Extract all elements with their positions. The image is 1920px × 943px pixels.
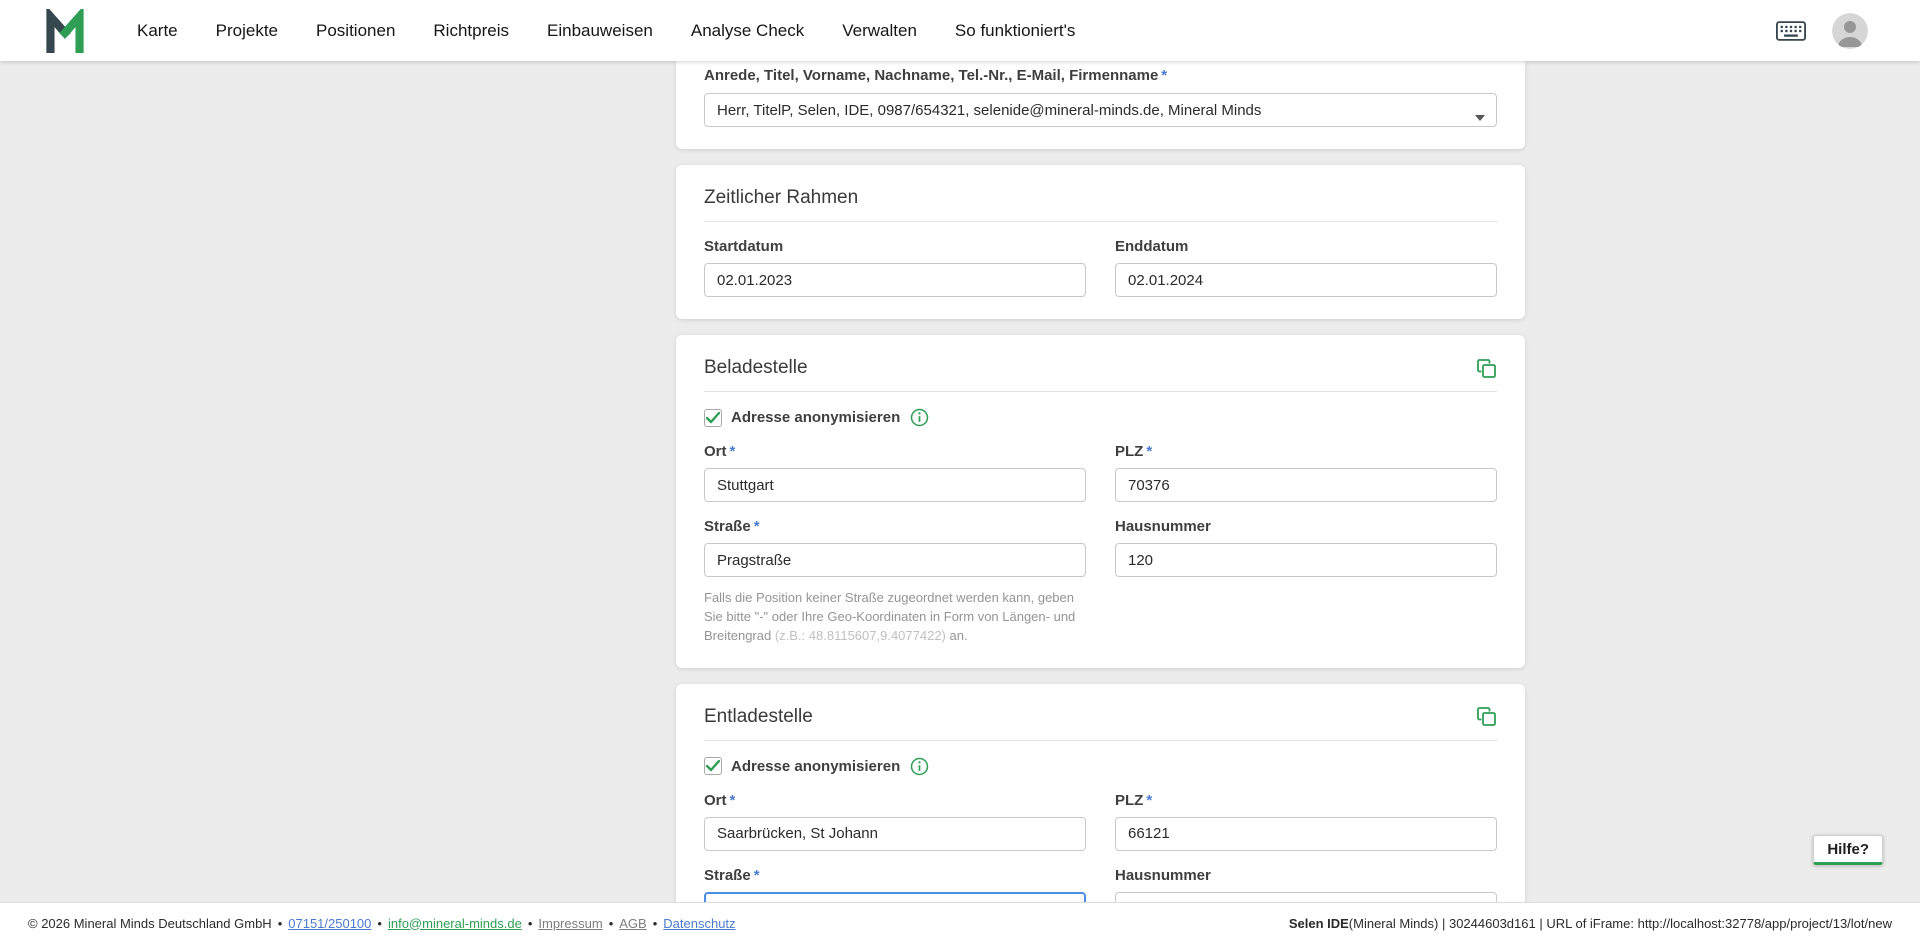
required-asterisk: * <box>1146 443 1152 460</box>
session-details: (Mineral Minds) | 30244603d161 | URL of … <box>1349 916 1892 931</box>
strasse-label: Straße* <box>704 867 1086 885</box>
footer-datenschutz-link[interactable]: Datenschutz <box>663 916 735 931</box>
nav-item-analyse-check[interactable]: Analyse Check <box>691 21 804 41</box>
ort-input[interactable] <box>704 817 1086 851</box>
nav-item-so-funktionierts[interactable]: So funktioniert's <box>955 21 1075 41</box>
session-user: Selen IDE <box>1289 916 1349 931</box>
required-asterisk: * <box>730 792 736 809</box>
ort-label: Ort* <box>704 443 1086 461</box>
chevron-down-icon <box>1475 108 1485 126</box>
plz-input[interactable] <box>1115 468 1497 502</box>
main-navigation: Karte Projekte Positionen Richtpreis Ein… <box>137 21 1075 41</box>
strasse-input[interactable] <box>704 543 1086 577</box>
navbar-right <box>1776 13 1868 49</box>
plz-label: PLZ* <box>1115 443 1497 461</box>
contact-label: Anrede, Titel, Vorname, Nachname, Tel.-N… <box>704 67 1497 85</box>
plz-input[interactable] <box>1115 817 1497 851</box>
footer-separator: • <box>377 916 382 931</box>
main-content: Anrede, Titel, Vorname, Nachname, Tel.-N… <box>0 61 1920 943</box>
strasse-label: Straße* <box>704 518 1086 536</box>
anonymize-checkbox[interactable] <box>704 409 722 427</box>
nav-item-richtpreis[interactable]: Richtpreis <box>433 21 509 41</box>
strasse-helper-text: Falls die Position keiner Straße zugeord… <box>704 589 1086 646</box>
hausnummer-label: Hausnummer <box>1115 518 1497 536</box>
contact-select-value: Herr, TitelP, Selen, IDE, 0987/654321, s… <box>717 102 1261 119</box>
footer-separator: • <box>653 916 658 931</box>
required-asterisk: * <box>754 518 760 535</box>
footer: © 2026 Mineral Minds Deutschland GmbH • … <box>0 902 1920 943</box>
hausnummer-label: Hausnummer <box>1115 867 1497 885</box>
footer-email-link[interactable]: info@mineral-minds.de <box>388 916 522 931</box>
footer-separator: • <box>278 916 283 931</box>
keyboard-icon[interactable] <box>1776 21 1806 41</box>
enddatum-label: Enddatum <box>1115 238 1497 256</box>
required-asterisk: * <box>1161 67 1167 84</box>
nav-item-verwalten[interactable]: Verwalten <box>842 21 917 41</box>
loading-point-title: Beladestelle <box>704 357 808 379</box>
hausnummer-input[interactable] <box>1115 543 1497 577</box>
contact-select[interactable]: Herr, TitelP, Selen, IDE, 0987/654321, s… <box>704 93 1497 127</box>
footer-impressum-link[interactable]: Impressum <box>538 916 602 931</box>
unloading-point-title: Entladestelle <box>704 706 813 728</box>
contact-card: Anrede, Titel, Vorname, Nachname, Tel.-N… <box>676 61 1525 149</box>
field-hausnummer: Hausnummer <box>1115 518 1497 577</box>
plz-label: PLZ* <box>1115 792 1497 810</box>
footer-agb-link[interactable]: AGB <box>619 916 646 931</box>
divider <box>704 221 1497 222</box>
top-navbar: Karte Projekte Positionen Richtpreis Ein… <box>0 0 1920 61</box>
project-form-column: Anrede, Titel, Vorname, Nachname, Tel.-N… <box>676 61 1525 943</box>
anonymize-row: Adresse anonymisieren <box>704 408 1497 427</box>
anonymize-label[interactable]: Adresse anonymisieren <box>731 409 900 426</box>
footer-left: © 2026 Mineral Minds Deutschland GmbH • … <box>28 916 736 931</box>
footer-copyright: © 2026 Mineral Minds Deutschland GmbH <box>28 916 272 931</box>
info-icon[interactable] <box>910 408 929 427</box>
user-avatar[interactable] <box>1832 13 1868 49</box>
footer-separator: • <box>528 916 533 931</box>
ort-input[interactable] <box>704 468 1086 502</box>
nav-item-karte[interactable]: Karte <box>137 21 178 41</box>
mineral-minds-logo-icon[interactable] <box>45 9 85 53</box>
timeframe-card: Zeitlicher Rahmen Startdatum Enddatum <box>676 165 1525 319</box>
info-icon[interactable] <box>910 757 929 776</box>
startdatum-input[interactable] <box>704 263 1086 297</box>
field-enddatum: Enddatum <box>1115 238 1497 297</box>
divider <box>704 740 1497 741</box>
required-asterisk: * <box>754 867 760 884</box>
field-plz: PLZ* <box>1115 792 1497 851</box>
enddatum-input[interactable] <box>1115 263 1497 297</box>
anonymize-checkbox[interactable] <box>704 757 722 775</box>
field-startdatum: Startdatum <box>704 238 1086 297</box>
nav-item-positionen[interactable]: Positionen <box>316 21 395 41</box>
help-button[interactable]: Hilfe? <box>1813 835 1883 865</box>
footer-separator: • <box>609 916 614 931</box>
startdatum-label: Startdatum <box>704 238 1086 256</box>
ort-label: Ort* <box>704 792 1086 810</box>
coords-example: (z.B.: 48.8115607,9.4077422) <box>775 628 946 643</box>
anonymize-row: Adresse anonymisieren <box>704 757 1497 776</box>
field-strasse: Straße* <box>704 518 1086 577</box>
anonymize-label[interactable]: Adresse anonymisieren <box>731 758 900 775</box>
nav-item-projekte[interactable]: Projekte <box>216 21 278 41</box>
required-asterisk: * <box>730 443 736 460</box>
copy-icon[interactable] <box>1476 706 1497 727</box>
nav-item-einbauweisen[interactable]: Einbauweisen <box>547 21 653 41</box>
loading-point-card: Beladestelle Adresse anonymisieren <box>676 335 1525 668</box>
divider <box>704 391 1497 392</box>
required-asterisk: * <box>1146 792 1152 809</box>
field-plz: PLZ* <box>1115 443 1497 502</box>
timeframe-title: Zeitlicher Rahmen <box>704 187 858 209</box>
footer-phone-link[interactable]: 07151/250100 <box>288 916 371 931</box>
copy-icon[interactable] <box>1476 358 1497 379</box>
field-ort: Ort* <box>704 443 1086 502</box>
footer-session-info: Selen IDE (Mineral Minds) | 30244603d161… <box>1289 916 1892 931</box>
field-ort: Ort* <box>704 792 1086 851</box>
